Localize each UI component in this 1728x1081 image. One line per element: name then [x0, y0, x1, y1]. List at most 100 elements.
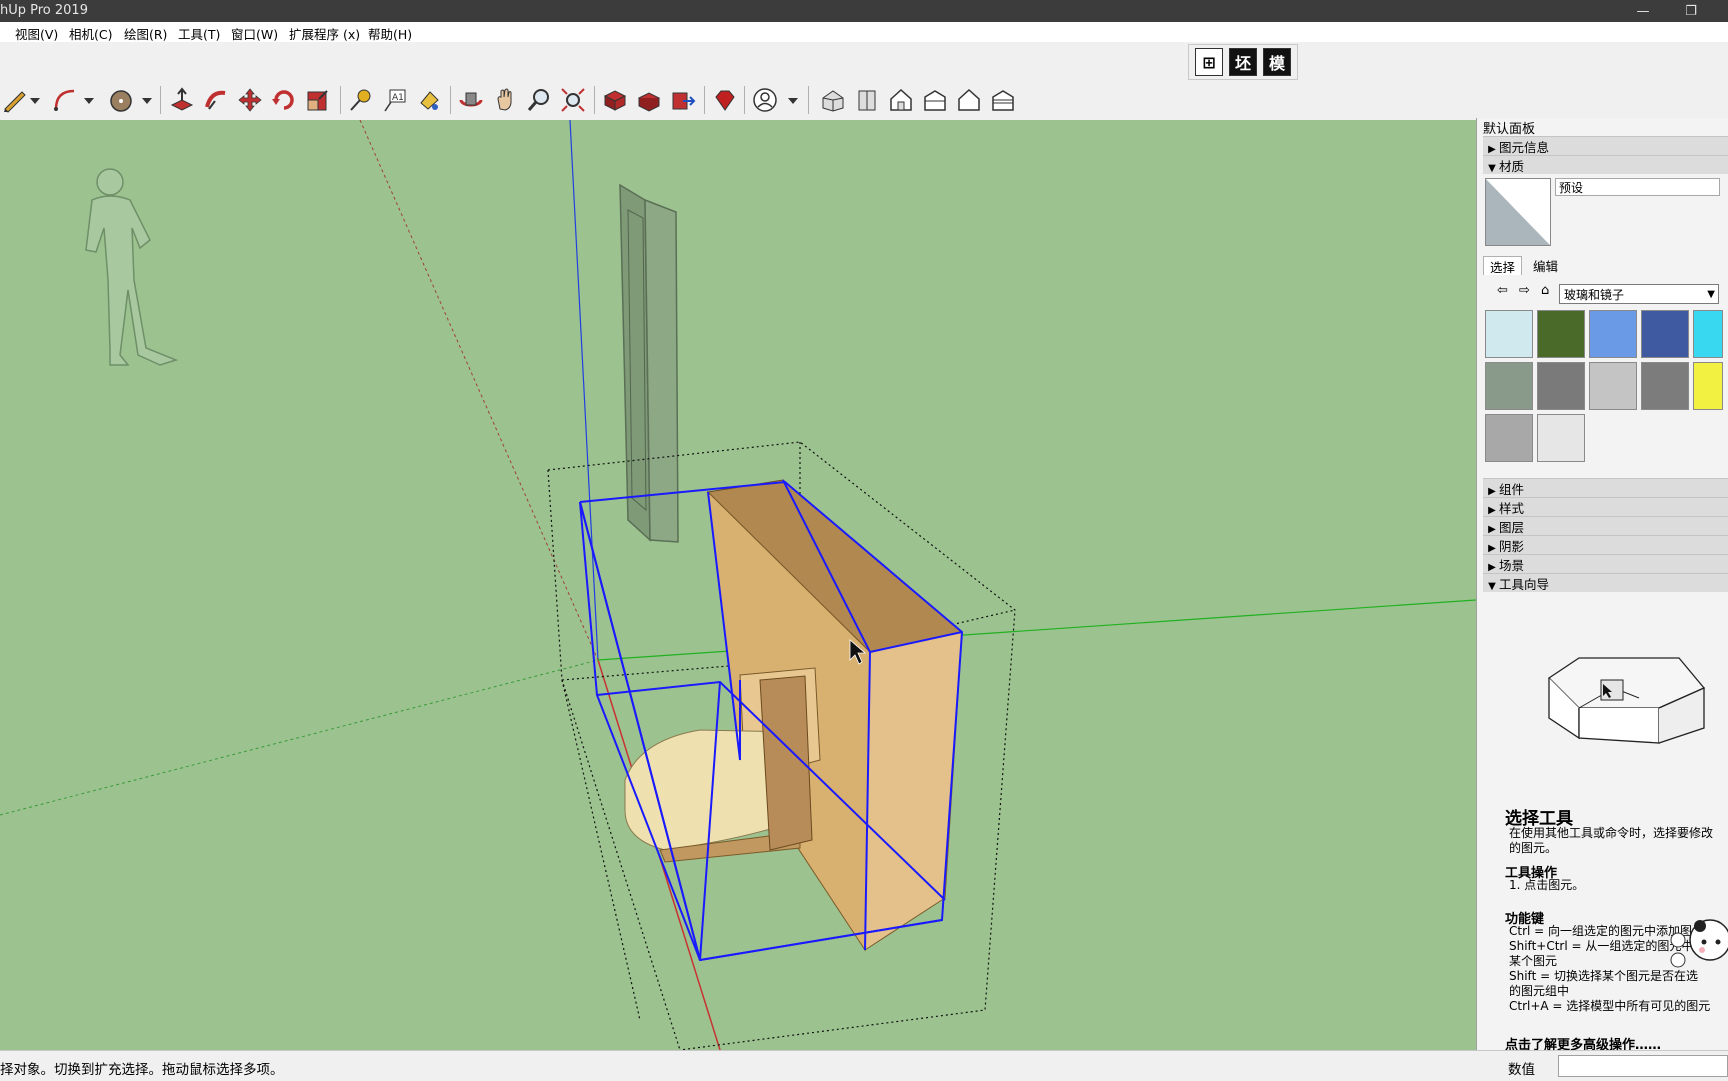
- chevron-down-icon: ▼: [1707, 289, 1715, 300]
- back-view-icon[interactable]: [954, 85, 984, 115]
- material-preview[interactable]: [1485, 178, 1551, 246]
- pencil-icon[interactable]: [0, 85, 30, 115]
- expanded-arrow-icon: ▼: [1488, 581, 1496, 592]
- measurements-label: 数值: [1508, 1062, 1535, 1078]
- title-bar: hUp Pro 2019 — ❐: [0, 0, 1728, 22]
- plugin-button-1[interactable]: ⊞: [1195, 48, 1223, 76]
- library-select[interactable]: 玻璃和镜子 ▼: [1559, 284, 1719, 304]
- pushpull-icon[interactable]: [167, 85, 197, 115]
- material-swatch[interactable]: [1589, 362, 1637, 410]
- blue-axis: [569, 120, 599, 661]
- toolbar-separator: [450, 86, 451, 114]
- plugin-toolbar: ⊞ 坯 模: [1188, 44, 1298, 80]
- section-instructor[interactable]: ▼ 工具向导: [1483, 573, 1728, 592]
- green-axis-dotted: [0, 659, 599, 816]
- plugin-button-2[interactable]: 坯: [1229, 48, 1257, 76]
- menu-view[interactable]: 视图(V): [15, 24, 58, 43]
- section-materials[interactable]: ▼ 材质: [1483, 155, 1728, 174]
- shape-icon[interactable]: [106, 85, 136, 115]
- section-label: 阴影: [1499, 539, 1525, 554]
- tab-select[interactable]: 选择: [1483, 256, 1523, 275]
- forward-arrow-icon[interactable]: ⇨: [1519, 283, 1537, 301]
- collapsed-arrow-icon: ▶: [1488, 144, 1496, 155]
- scale-figure: [85, 168, 179, 366]
- menu-draw[interactable]: 绘图(R): [124, 24, 167, 43]
- orbit-icon[interactable]: [456, 85, 486, 115]
- toolbar-separator: [160, 86, 161, 114]
- section-entity-info[interactable]: ▶ 图元信息: [1483, 136, 1728, 155]
- ruby-icon[interactable]: [710, 85, 740, 115]
- section-components[interactable]: ▶ 组件: [1483, 478, 1728, 497]
- menu-extensions[interactable]: 扩展程序 (x): [289, 24, 360, 43]
- material-swatch[interactable]: [1589, 310, 1637, 358]
- left-view-icon[interactable]: [988, 85, 1018, 115]
- move-icon[interactable]: [235, 85, 265, 115]
- material-swatch[interactable]: [1485, 362, 1533, 410]
- material-swatch[interactable]: [1537, 310, 1585, 358]
- text-icon[interactable]: A1: [380, 85, 410, 115]
- material-swatch[interactable]: [1537, 414, 1585, 462]
- toolbar-separator: [594, 86, 595, 114]
- extension-warehouse-icon[interactable]: [634, 85, 664, 115]
- modeling-viewport[interactable]: [0, 120, 1476, 1050]
- material-swatch[interactable]: [1693, 310, 1723, 358]
- chevron-down-icon[interactable]: [28, 85, 42, 115]
- restore-button[interactable]: ❐: [1668, 0, 1714, 22]
- send-icon[interactable]: [668, 85, 698, 115]
- scene-canvas[interactable]: [0, 120, 1476, 1050]
- material-swatch[interactable]: [1537, 362, 1585, 410]
- menu-bar: 视图(V) 相机(C) 绘图(R) 工具(T) 窗口(W) 扩展程序 (x) 帮…: [0, 22, 1728, 42]
- tape-icon[interactable]: [346, 85, 376, 115]
- pan-icon[interactable]: [490, 85, 520, 115]
- back-arrow-icon[interactable]: ⇦: [1497, 283, 1515, 301]
- minimize-button[interactable]: —: [1620, 0, 1666, 22]
- toolbar-separator: [340, 86, 341, 114]
- material-swatch[interactable]: [1485, 414, 1533, 462]
- chevron-down-icon[interactable]: [786, 85, 800, 115]
- chevron-down-icon[interactable]: [140, 85, 154, 115]
- section-layers[interactable]: ▶ 图层: [1483, 516, 1728, 535]
- plugin-button-3[interactable]: 模: [1263, 48, 1291, 76]
- material-swatch[interactable]: [1693, 362, 1723, 410]
- material-swatch[interactable]: [1641, 310, 1689, 358]
- followme-icon[interactable]: [201, 85, 231, 115]
- top-view-icon[interactable]: [852, 85, 882, 115]
- section-label: 材质: [1499, 159, 1525, 174]
- arc-icon[interactable]: [50, 85, 80, 115]
- paint-icon[interactable]: [414, 85, 444, 115]
- iso-view-icon[interactable]: [818, 85, 848, 115]
- library-select-value: 玻璃和镜子: [1564, 288, 1625, 302]
- menu-tools[interactable]: 工具(T): [178, 24, 220, 43]
- rotate-icon[interactable]: [269, 85, 299, 115]
- section-scenes[interactable]: ▶ 场景: [1483, 554, 1728, 573]
- toolbar-separator: [744, 86, 745, 114]
- scale-icon[interactable]: [303, 85, 333, 115]
- warehouse-icon[interactable]: [600, 85, 630, 115]
- measurements-input[interactable]: [1558, 1055, 1728, 1077]
- right-view-icon[interactable]: [920, 85, 950, 115]
- menu-help[interactable]: 帮助(H): [368, 24, 412, 43]
- material-name-field[interactable]: 预设: [1555, 178, 1720, 196]
- section-label: 样式: [1499, 501, 1525, 516]
- menu-camera[interactable]: 相机(C): [69, 24, 112, 43]
- expanded-arrow-icon: ▼: [1488, 163, 1496, 174]
- section-label: 图层: [1499, 520, 1525, 535]
- zoom-extents-icon[interactable]: [558, 85, 588, 115]
- home-icon[interactable]: ⌂: [1541, 283, 1559, 301]
- material-swatch[interactable]: [1641, 362, 1689, 410]
- account-icon[interactable]: [750, 85, 780, 115]
- tab-edit[interactable]: 编辑: [1527, 256, 1564, 274]
- section-label: 图元信息: [1499, 140, 1550, 155]
- mascot-icon: [1670, 919, 1728, 968]
- zoom-icon[interactable]: [524, 85, 554, 115]
- section-label: 组件: [1499, 482, 1525, 497]
- material-swatch[interactable]: [1485, 310, 1533, 358]
- instructor-ops: 1. 点击图元。: [1509, 878, 1585, 892]
- section-shadows[interactable]: ▶ 阴影: [1483, 535, 1728, 554]
- front-view-icon[interactable]: [886, 85, 916, 115]
- collapsed-arrow-icon: ▶: [1488, 562, 1496, 573]
- menu-window[interactable]: 窗口(W): [231, 24, 278, 43]
- toolbar-separator: [704, 86, 705, 114]
- chevron-down-icon[interactable]: [82, 85, 96, 115]
- section-styles[interactable]: ▶ 样式: [1483, 497, 1728, 516]
